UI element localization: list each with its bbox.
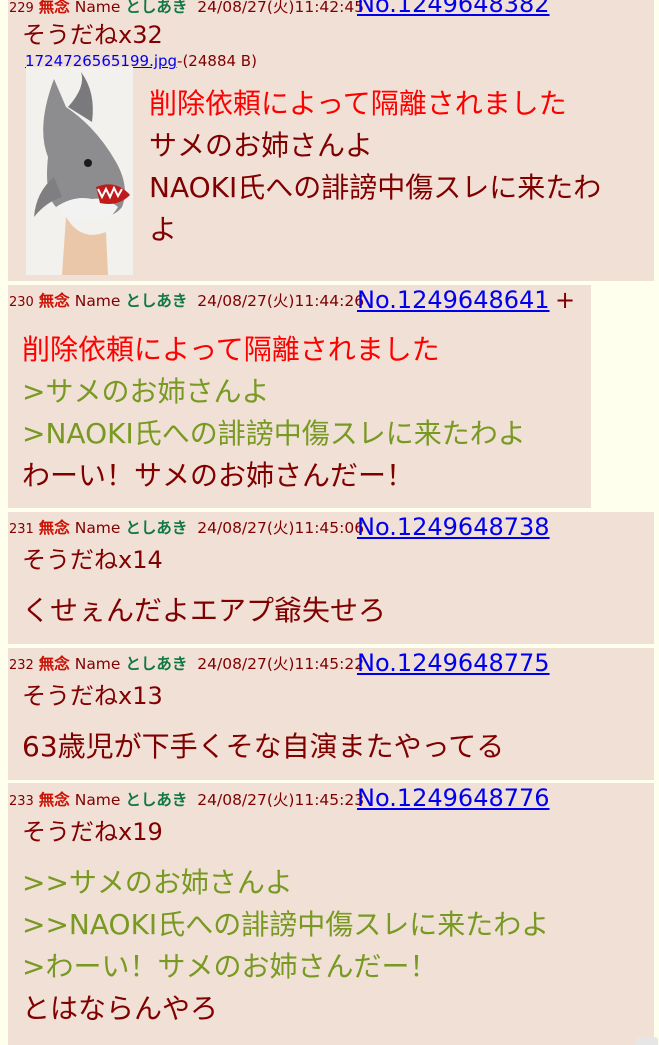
quote-line: >NAOKI氏への誹謗中傷スレに来たわよ (22, 417, 526, 450)
post-header: 233 無念 Name としあき 24/08/27(火)11:45:23 (9, 790, 364, 812)
post-header: 229 無念 Name としあき 24/08/27(火)11:42:45 (9, 0, 364, 19)
post-subject: 無念 (38, 0, 70, 16)
post-number-link[interactable]: No.1249648641 (357, 286, 550, 314)
sodane-button[interactable]: そうだねx19 (22, 818, 163, 846)
post-number-link[interactable]: No.1249648738 (357, 513, 550, 541)
post-230: 230 無念 Name としあき 24/08/27(火)11:44:26 No.… (8, 285, 591, 508)
poster-name: としあき (125, 655, 188, 673)
post-date: 24/08/27(火)11:45:06 (197, 519, 365, 537)
post-index: 231 (9, 522, 34, 537)
name-label: Name (74, 519, 121, 537)
message-line: くせぇんだよエアプ爺失せろ (22, 594, 387, 627)
post-subject: 無念 (38, 791, 70, 809)
message-line: よ (149, 213, 178, 246)
post-number-link[interactable]: No.1249648775 (357, 649, 550, 677)
message-line: サメのお姉さんよ (149, 129, 374, 162)
message-line: 63歳児が下手くそな自演またやってる (22, 730, 505, 763)
post-header: 231 無念 Name としあき 24/08/27(火)11:45:06 (9, 518, 364, 540)
message-line: NAOKI氏への誹謗中傷スレに来たわ (149, 171, 602, 204)
scroll-corner[interactable] (636, 1037, 658, 1045)
quote-line: >わーい！サメのお姉さんだー！ (22, 950, 438, 983)
post-index: 229 (9, 1, 34, 16)
poster-name: としあき (125, 791, 188, 809)
poster-name: としあき (125, 292, 188, 310)
expand-button[interactable]: + (555, 286, 575, 314)
file-size: -(24884 B) (177, 52, 257, 70)
post-date: 24/08/27(火)11:45:23 (197, 791, 365, 809)
quote-line: >>NAOKI氏への誹謗中傷スレに来たわよ (22, 908, 550, 941)
post-229: 229 無念 Name としあき 24/08/27(火)11:42:45 No.… (8, 0, 654, 281)
sodane-button[interactable]: そうだねx13 (22, 682, 163, 710)
post-index: 233 (9, 794, 34, 809)
thumbnail-image[interactable] (26, 67, 133, 275)
sodane-button[interactable]: そうだねx32 (22, 21, 163, 49)
post-index: 230 (9, 295, 34, 310)
message-line: わーい！サメのお姉さんだー！ (22, 459, 415, 492)
message-line: 削除依頼によって隔離されました (22, 333, 440, 366)
post-232: 232 無念 Name としあき 24/08/27(火)11:45:22 No.… (8, 648, 654, 780)
name-label: Name (74, 791, 121, 809)
name-label: Name (74, 655, 121, 673)
message-line: 削除依頼によって隔離されました (149, 87, 567, 120)
sodane-button[interactable]: そうだねx14 (22, 546, 163, 574)
post-header: 230 無念 Name としあき 24/08/27(火)11:44:26 (9, 291, 364, 313)
quote-line: >サメのお姉さんよ (22, 375, 270, 408)
post-subject: 無念 (38, 292, 70, 310)
post-date: 24/08/27(火)11:42:45 (197, 0, 365, 16)
post-number-link[interactable]: No.1249648382 (357, 0, 550, 18)
quote-line: >>サメのお姉さんよ (22, 866, 293, 899)
post-date: 24/08/27(火)11:45:22 (197, 655, 365, 673)
post-number-link[interactable]: No.1249648776 (357, 784, 550, 812)
post-index: 232 (9, 658, 34, 673)
post-header: 232 無念 Name としあき 24/08/27(火)11:45:22 (9, 654, 364, 676)
post-subject: 無念 (38, 655, 70, 673)
name-label: Name (74, 0, 121, 16)
post-date: 24/08/27(火)11:44:26 (197, 292, 365, 310)
message-line: とはならんやろ (22, 992, 219, 1025)
name-label: Name (74, 292, 121, 310)
poster-name: としあき (125, 519, 188, 537)
post-subject: 無念 (38, 519, 70, 537)
poster-name: としあき (125, 0, 188, 16)
shark-hat-picture (26, 67, 133, 275)
post-231: 231 無念 Name としあき 24/08/27(火)11:45:06 No.… (8, 512, 654, 644)
post-233: 233 無念 Name としあき 24/08/27(火)11:45:23 No.… (8, 783, 654, 1045)
